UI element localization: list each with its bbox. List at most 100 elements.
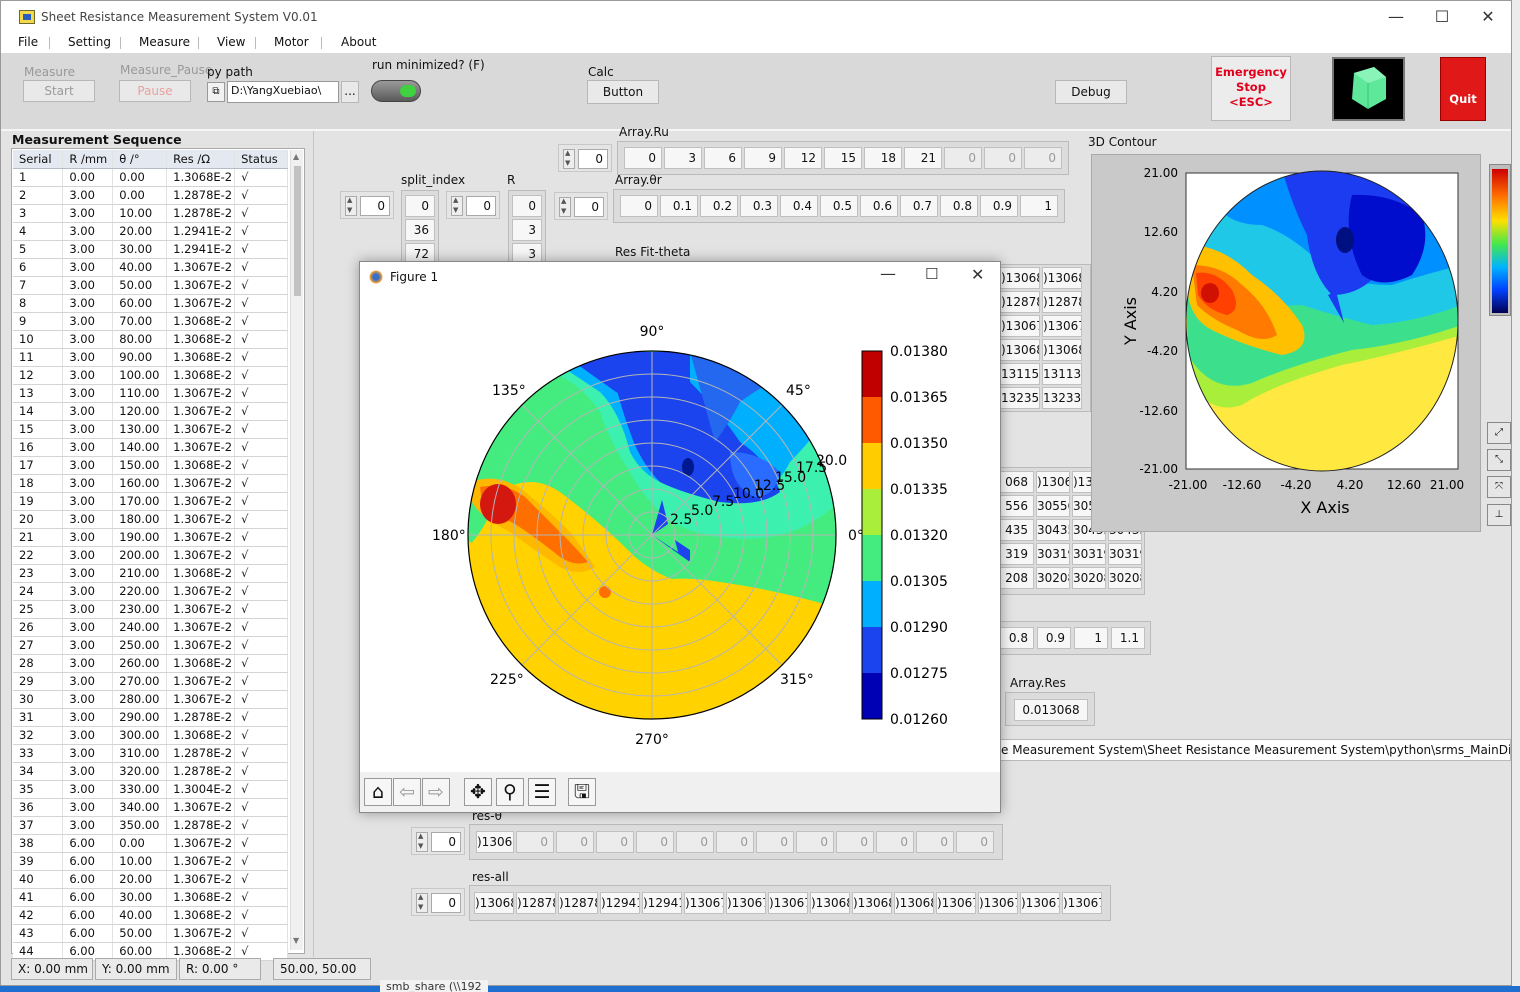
table-row[interactable]: 9 3.00 70.00 1.3068E-2 √ xyxy=(13,312,288,331)
res-all-index[interactable]: 0 xyxy=(411,888,465,916)
array-cell[interactable]: 131155 xyxy=(1000,363,1040,385)
taskbar-item[interactable]: smb_share (\\192 xyxy=(380,980,488,992)
table-row[interactable]: 16 3.00 140.00 1.3067E-2 √ xyxy=(13,438,288,457)
array-cell[interactable]: 1 xyxy=(1074,627,1108,649)
table-row[interactable]: 25 3.00 230.00 1.3067E-2 √ xyxy=(13,600,288,619)
array-cell[interactable]: 132331 xyxy=(1042,387,1082,409)
menu-about[interactable]: About xyxy=(341,35,376,49)
table-row[interactable]: 5 3.00 30.00 1.2941E-2 √ xyxy=(13,240,288,259)
view-xz-icon[interactable]: ⤡ xyxy=(1487,449,1511,471)
table-row[interactable]: 41 6.00 30.00 1.3068E-2 √ xyxy=(13,888,288,907)
back-arrow-icon[interactable]: ⇦ xyxy=(393,778,421,806)
pause-button[interactable]: Pause xyxy=(119,80,191,102)
figure-minimize-icon[interactable]: — xyxy=(880,264,896,283)
array-cell[interactable]: 12 xyxy=(784,147,822,169)
array-cell[interactable]: 0 xyxy=(405,195,435,217)
table-row[interactable]: 31 3.00 290.00 1.2878E-2 √ xyxy=(13,708,288,727)
spinner-icon[interactable] xyxy=(416,832,428,852)
array-cell[interactable]: )12941 xyxy=(642,892,682,914)
close-button[interactable]: ✕ xyxy=(1465,1,1511,33)
array-theta-index[interactable]: 0 xyxy=(554,192,608,220)
index-value[interactable]: 0 xyxy=(431,832,461,852)
array-cell[interactable]: 0.5 xyxy=(820,195,858,217)
run-minimized-toggle[interactable] xyxy=(371,80,421,102)
res-theta-index[interactable]: 0 xyxy=(411,827,465,855)
array-cell[interactable]: )13067 xyxy=(1000,315,1040,337)
array-cell[interactable]: 30319 xyxy=(1036,543,1070,565)
array-cell[interactable]: 30208 xyxy=(1036,567,1070,589)
table-row[interactable]: 1 0.00 0.00 1.3068E-2 √ xyxy=(13,168,288,187)
array-ru-index[interactable]: 0 xyxy=(558,144,612,172)
array-cell[interactable]: 36 xyxy=(405,219,435,241)
table-row[interactable]: 33 3.00 310.00 1.2878E-2 √ xyxy=(13,744,288,763)
array-cell[interactable]: 6 xyxy=(704,147,742,169)
array-cell[interactable]: )13067 xyxy=(684,892,724,914)
array-cell[interactable]: 15 xyxy=(824,147,862,169)
array-cell[interactable]: 0 xyxy=(876,831,914,853)
table-row[interactable]: 40 6.00 20.00 1.3067E-2 √ xyxy=(13,870,288,889)
index-value[interactable]: 0 xyxy=(431,893,461,913)
array-cell[interactable]: 0 xyxy=(624,147,662,169)
table-row[interactable]: 2 3.00 0.00 1.2878E-2 √ xyxy=(13,186,288,205)
sequence-table[interactable]: Serial R /mm θ /° Res /Ω Status 1 0.00 0.0… xyxy=(13,150,288,961)
array-cell[interactable]: 0 xyxy=(636,831,674,853)
col-theta[interactable]: θ /° xyxy=(112,150,168,169)
configure-icon[interactable]: ☰ xyxy=(528,778,556,806)
array-cell[interactable]: )13067 xyxy=(1042,315,1082,337)
array-cell[interactable]: )13067 xyxy=(936,892,976,914)
array-cell[interactable]: )13068 xyxy=(894,892,934,914)
array-cell[interactable]: 0.9 xyxy=(980,195,1018,217)
array-cell[interactable]: )12878 xyxy=(558,892,598,914)
quit-button[interactable]: Quit xyxy=(1440,57,1486,121)
array-cell[interactable]: 0 xyxy=(620,195,658,217)
table-row[interactable]: 42 6.00 40.00 1.3068E-2 √ xyxy=(13,906,288,925)
array-cell[interactable]: 0 xyxy=(596,831,634,853)
table-row[interactable]: 15 3.00 130.00 1.3067E-2 √ xyxy=(13,420,288,439)
scroll-thumb[interactable] xyxy=(294,166,301,296)
table-row[interactable]: 35 3.00 330.00 1.3004E-2 √ xyxy=(13,780,288,799)
home-icon[interactable]: ⌂ xyxy=(364,778,392,806)
array-cell[interactable]: 556 xyxy=(1000,495,1034,517)
view-xy-icon[interactable]: ⤢ xyxy=(1487,422,1511,444)
table-row[interactable]: 43 6.00 50.00 1.3067E-2 √ xyxy=(13,924,288,943)
index-value[interactable]: 0 xyxy=(574,197,604,217)
maximize-button[interactable]: ☐ xyxy=(1419,1,1465,33)
array-cell[interactable]: 0 xyxy=(796,831,834,853)
r-index-spinner[interactable]: 0 xyxy=(446,191,500,219)
array-cell[interactable]: )13067 xyxy=(726,892,766,914)
array-cell[interactable]: 0 xyxy=(676,831,714,853)
forward-arrow-icon[interactable]: ⇨ xyxy=(422,778,450,806)
array-cell[interactable]: 0 xyxy=(916,831,954,853)
path-type-icon[interactable]: ⧉ xyxy=(207,82,225,102)
table-row[interactable]: 32 3.00 300.00 1.3068E-2 √ xyxy=(13,726,288,745)
array-cell[interactable]: 068 xyxy=(1000,471,1034,493)
spinner-icon[interactable] xyxy=(451,196,463,216)
table-row[interactable]: 23 3.00 210.00 1.3068E-2 √ xyxy=(13,564,288,583)
array-cell[interactable]: )13068 xyxy=(1036,471,1070,493)
array-cell[interactable]: )13067 xyxy=(1020,892,1060,914)
array-cell[interactable]: 0 xyxy=(836,831,874,853)
table-row[interactable]: 39 6.00 10.00 1.3067E-2 √ xyxy=(13,852,288,871)
array-cell[interactable]: 0.3 xyxy=(740,195,778,217)
array-cell[interactable]: 1.1 xyxy=(1111,627,1145,649)
py-path-input[interactable]: D:\YangXuebiao\ xyxy=(227,81,339,103)
table-row[interactable]: 34 3.00 320.00 1.2878E-2 √ xyxy=(13,762,288,781)
polar-contour-figure[interactable]: 0° 45° 90° 135° 180° 225° 270° 315° 2.5 … xyxy=(360,292,1000,772)
index-value[interactable]: 0 xyxy=(578,149,608,169)
array-cell[interactable]: 0.8 xyxy=(940,195,978,217)
save-icon[interactable]: 🖫 xyxy=(568,778,596,806)
array-cell[interactable]: )13068 xyxy=(476,831,514,853)
array-cell[interactable]: 319 xyxy=(1000,543,1034,565)
view-yz-icon[interactable]: ⤧ xyxy=(1487,476,1511,498)
scroll-up-icon[interactable]: ▲ xyxy=(293,152,299,161)
figure-maximize-icon[interactable]: ☐ xyxy=(925,265,938,283)
array-cell[interactable]: 0 xyxy=(556,831,594,853)
array-cell[interactable]: 30208 xyxy=(1072,567,1106,589)
spinner-icon[interactable] xyxy=(416,893,428,913)
col-status[interactable]: Status xyxy=(234,150,288,169)
table-row[interactable]: 8 3.00 60.00 1.3067E-2 √ xyxy=(13,294,288,313)
array-cell[interactable]: )13068 xyxy=(1042,267,1082,289)
array-cell[interactable]: 0.4 xyxy=(780,195,818,217)
sequence-scrollbar[interactable]: ▲ ▼ xyxy=(290,150,303,950)
table-row[interactable]: 21 3.00 190.00 1.3067E-2 √ xyxy=(13,528,288,547)
